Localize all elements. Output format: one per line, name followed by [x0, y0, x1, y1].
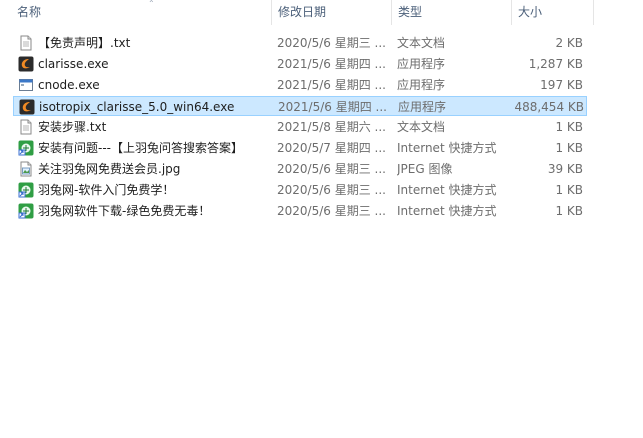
file-size: 1 KB	[555, 183, 583, 197]
sort-ascending-icon: ⌃	[148, 0, 155, 8]
file-type: 应用程序	[398, 100, 447, 114]
file-type: 应用程序	[397, 57, 446, 71]
file-date: 2021/5/6 星期四 ...	[277, 57, 386, 71]
file-size: 1 KB	[555, 141, 583, 155]
column-header-size-label: 大小	[518, 5, 543, 19]
file-date: 2020/5/6 星期三 ...	[277, 183, 386, 197]
column-header-bar: 名称 ⌃ 修改日期 类型 大小	[0, 0, 643, 25]
image-file-icon	[18, 161, 34, 177]
file-date: 2021/5/6 星期四 ...	[278, 100, 387, 114]
text-file-icon	[18, 119, 34, 135]
file-name: clarisse.exe	[38, 57, 109, 71]
file-name: 羽兔网软件下载-绿色免费无毒！	[38, 204, 211, 218]
file-row[interactable]: 安装有问题---【上羽兔问答搜索答案】 2020/5/7 星期四 ... Inter…	[13, 138, 587, 158]
file-type: Internet 快捷方式	[397, 204, 497, 218]
file-type: 文本文档	[397, 120, 446, 134]
file-type: Internet 快捷方式	[397, 141, 497, 155]
file-date: 2021/5/6 星期四 ...	[277, 78, 386, 92]
clarisse-app-icon	[18, 56, 34, 72]
file-type: Internet 快捷方式	[397, 183, 497, 197]
file-row[interactable]: 羽兔网软件下载-绿色免费无毒！ 2020/5/6 星期三 ... Internet …	[13, 201, 587, 221]
column-header-spacer	[593, 0, 643, 25]
file-name: isotropix_clarisse_5.0_win64.exe	[39, 100, 235, 114]
column-header-name[interactable]: 名称 ⌃	[11, 0, 271, 25]
file-type: 文本文档	[397, 36, 446, 50]
column-header-type-label: 类型	[398, 5, 423, 19]
file-size: 1,287 KB	[528, 57, 583, 71]
file-name: 安装步骤.txt	[38, 120, 107, 134]
file-name: 【免责声明】.txt	[38, 36, 131, 50]
file-size: 1 KB	[555, 120, 583, 134]
internet-shortcut-icon	[18, 140, 34, 156]
file-size: 197 KB	[540, 78, 583, 92]
file-row[interactable]: cnode.exe 2021/5/6 星期四 ... 应用程序 197 KB	[13, 75, 587, 95]
column-header-date[interactable]: 修改日期	[271, 0, 391, 25]
file-row[interactable]: isotropix_clarisse_5.0_win64.exe 2021/5/6…	[13, 96, 587, 116]
file-size: 39 KB	[547, 162, 583, 176]
file-row[interactable]: 【免责声明】.txt 2020/5/6 星期三 ... 文本文档 2 KB	[13, 33, 587, 53]
file-row[interactable]: 羽兔网-软件入门免费学！ 2020/5/6 星期三 ... Internet 快捷方…	[13, 180, 587, 200]
exe-window-icon	[18, 77, 34, 93]
column-header-size[interactable]: 大小	[511, 0, 593, 25]
file-date: 2020/5/6 星期三 ...	[277, 36, 386, 50]
file-type: JPEG 图像	[397, 162, 453, 176]
column-header-name-label: 名称	[17, 5, 42, 19]
internet-shortcut-icon	[18, 182, 34, 198]
column-header-date-label: 修改日期	[278, 5, 327, 19]
file-date: 2021/5/8 星期六 ...	[277, 120, 386, 134]
file-size: 2 KB	[555, 36, 583, 50]
internet-shortcut-icon	[18, 203, 34, 219]
file-row[interactable]: clarisse.exe 2021/5/6 星期四 ... 应用程序 1,287 KB	[13, 54, 587, 74]
file-name: 安装有问题---【上羽兔问答搜索答案】	[38, 141, 243, 155]
file-name: 羽兔网-软件入门免费学！	[38, 183, 175, 197]
file-name: cnode.exe	[38, 78, 100, 92]
file-date: 2020/5/7 星期四 ...	[277, 141, 386, 155]
file-type: 应用程序	[397, 78, 446, 92]
file-name: 关注羽兔网免费送会员.jpg	[38, 162, 181, 176]
file-row[interactable]: 安装步骤.txt 2021/5/8 星期六 ... 文本文档 1 KB	[13, 117, 587, 137]
column-header-type[interactable]: 类型	[391, 0, 511, 25]
file-date: 2020/5/6 星期三 ...	[277, 204, 386, 218]
file-size: 1 KB	[555, 204, 583, 218]
clarisse-app-icon	[19, 99, 35, 115]
file-date: 2020/5/6 星期三 ...	[277, 162, 386, 176]
file-row[interactable]: 关注羽兔网免费送会员.jpg 2020/5/6 星期三 ... JPEG 图像 39 …	[13, 159, 587, 179]
text-file-icon	[18, 35, 34, 51]
file-size: 488,454 KB	[514, 100, 584, 114]
